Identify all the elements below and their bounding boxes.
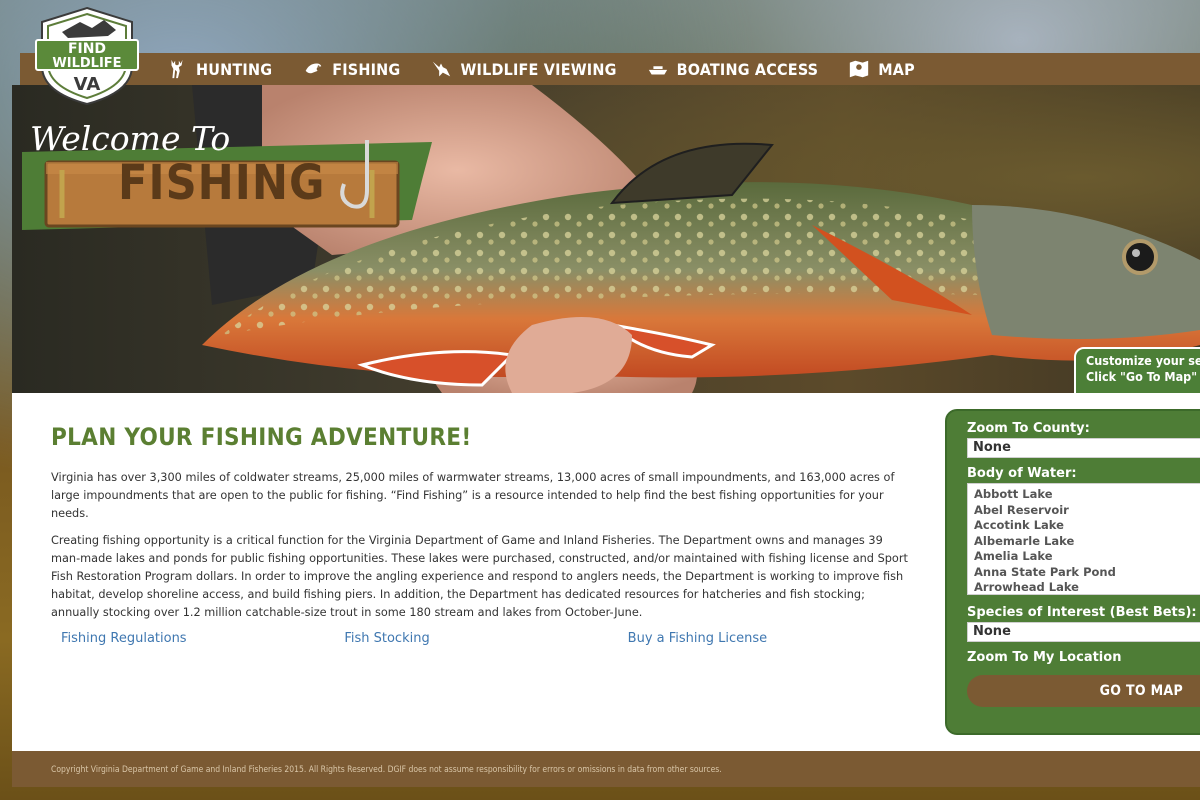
go-to-map-button[interactable]: GO TO MAP [967,675,1200,707]
resource-links: Fishing Regulations Fish Stocking Buy a … [61,631,911,646]
nav-fishing[interactable]: FISHING [302,58,400,80]
boat-icon [648,66,667,75]
water-option[interactable]: Abel Reservoir [974,503,1200,519]
find-wildlife-va-logo[interactable]: FIND WILDLIFE VA [32,6,142,106]
nav-wildlife-viewing[interactable]: WILDLIFE VIEWING [430,58,616,80]
water-option[interactable]: Accotink Lake [974,518,1200,534]
nav-boating-access-label: BOATING ACCESS [676,59,819,79]
map-icon [850,60,869,78]
main-column: PLAN YOUR FISHING ADVENTURE! Virginia ha… [51,423,911,646]
intro-paragraph-1: Virginia has over 3,300 miles of coldwat… [51,471,895,520]
water-option[interactable]: Arrowhead Lake [974,580,1200,594]
customize-tip-line1: Customize your searc [1086,353,1200,368]
page-title: PLAN YOUR FISHING ADVENTURE! [51,423,472,451]
logo-text-wildlife: WILDLIFE [52,56,121,71]
hero-banner: Welcome To FISHING Customize your searc … [12,85,1200,393]
customize-search-tip: Customize your searc Click "Go To Map" t… [1074,347,1200,393]
buy-fishing-license-link[interactable]: Buy a Fishing License [628,631,911,646]
water-option[interactable]: Albemarle Lake [974,534,1200,550]
fishing-regulations-link[interactable]: Fishing Regulations [61,631,344,646]
map-search-panel: Zoom To County: None Body of Water: Abbo… [945,409,1200,735]
water-option[interactable]: Abbott Lake [974,487,1200,503]
logo-text-va: VA [74,74,101,95]
nav-map-label: MAP [878,59,915,79]
water-option[interactable]: Anna State Park Pond [974,565,1200,581]
footer: Copyright Virginia Department of Game an… [12,751,1200,787]
main-nav: HUNTING FISHING WILDLIFE VIEWING BOATING… [20,53,1200,85]
nav-boating-access[interactable]: BOATING ACCESS [647,58,819,80]
intro-text: Virginia has over 3,300 miles of coldwat… [51,469,911,622]
intro-paragraph-2: Creating fishing opportunity is a critic… [51,534,908,619]
deer-icon [171,59,183,79]
fish-icon [305,63,322,74]
fish-stocking-link[interactable]: Fish Stocking [344,631,627,646]
water-label: Body of Water: [967,466,1077,481]
water-option[interactable]: Amelia Lake [974,549,1200,565]
bird-icon [433,61,451,77]
logo-text-find: FIND [68,41,106,57]
content-panel: PLAN YOUR FISHING ADVENTURE! Virginia ha… [12,393,1200,751]
county-select[interactable]: None [967,438,1200,458]
county-label: Zoom To County: [967,421,1090,436]
nav-fishing-label: FISHING [332,59,401,79]
nav-map[interactable]: MAP [848,58,915,80]
species-label: Species of Interest (Best Bets): [967,605,1197,620]
fishing-sign-text: FISHING [118,155,326,211]
species-select[interactable]: None [967,622,1200,642]
nav-hunting-label: HUNTING [196,59,273,79]
welcome-to-text: Welcome To [30,119,231,158]
body-of-water-list[interactable]: Abbott Lake Abel Reservoir Accotink Lake… [967,483,1200,595]
customize-tip-line2: Click "Go To Map" to c [1086,369,1200,384]
zoom-to-my-location[interactable]: Zoom To My Location [967,650,1200,665]
nav-hunting[interactable]: HUNTING [166,58,272,80]
nav-wildlife-viewing-label: WILDLIFE VIEWING [460,59,617,79]
copyright-text: Copyright Virginia Department of Game an… [51,765,722,775]
